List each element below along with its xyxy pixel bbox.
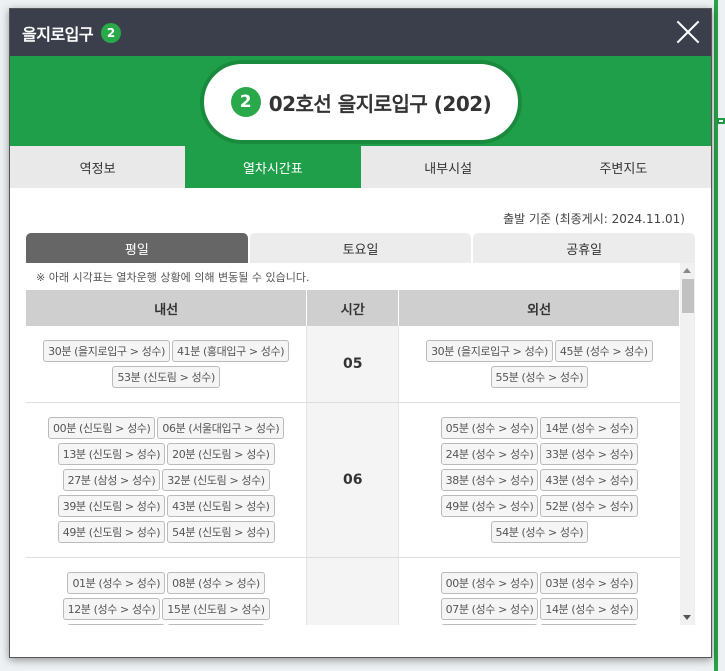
train-time-chip: 12분 (성수 > 성수): [62, 598, 161, 620]
main-tabs: 역정보 열차시간표 내부시설 주변지도: [10, 146, 711, 188]
train-time-chip: 19분 (성수 > 성수): [440, 624, 539, 625]
map-station-marker: [717, 118, 725, 124]
scrollbar[interactable]: [680, 263, 694, 625]
tab-station-info[interactable]: 역정보: [10, 146, 185, 188]
scroll-down-icon[interactable]: [683, 615, 691, 620]
tab-facilities[interactable]: 내부시설: [361, 146, 536, 188]
train-time-chip: 32분 (신도림 > 성수): [162, 469, 270, 491]
line-badge-large: 2: [230, 87, 261, 117]
train-time-chip: 38분 (성수 > 성수): [440, 469, 539, 491]
timetable-notice: ※ 아래 시각표는 열차운행 상황에 의해 변동될 수 있습니다.: [36, 271, 310, 284]
train-time-chip: 54분 (신도림 > 성수): [167, 521, 275, 543]
train-time-chip: 01분 (성수 > 성수): [67, 572, 166, 594]
day-tab-saturday[interactable]: 토요일: [249, 233, 472, 263]
train-time-chip: 54분 (성수 > 성수): [490, 521, 589, 543]
train-time-chip: 53분 (신도림 > 성수): [112, 366, 220, 388]
train-time-chip: 41분 (홍대입구 > 성수): [172, 340, 290, 362]
train-time-chip: 49분 (성수 > 성수): [440, 495, 539, 517]
popup-title: 을지로입구: [22, 24, 94, 44]
train-time-chip: 07분 (성수 > 성수): [440, 598, 539, 620]
train-time-chip: 26분 (성수 > 성수): [540, 624, 639, 625]
train-time-chip: 00분 (신도림 > 성수): [48, 417, 156, 439]
train-time-chip: 18분 (성수 > 성수): [67, 624, 166, 625]
day-tab-weekday[interactable]: 평일: [26, 233, 248, 263]
outer-trains: 30분 (을지로입구 > 성수) 45분 (성수 > 성수) 55분 (성수 > 성…: [398, 326, 680, 403]
tab-nearby-map[interactable]: 주변지도: [536, 146, 711, 188]
timetable-table: 내선 시간 외선 30분 (을지로입구 > 성수) 41분 (홍대입구 > 성수)…: [26, 290, 680, 625]
train-time-chip: 14분 (성수 > 성수): [540, 598, 639, 620]
train-time-chip: 43분 (성수 > 성수): [540, 469, 639, 491]
close-icon[interactable]: [675, 19, 701, 45]
timetable-body: 30분 (을지로입구 > 성수) 41분 (홍대입구 > 성수)53분 (신도림 …: [26, 326, 680, 625]
day-tabs: 평일 토요일 공휴일: [26, 233, 696, 263]
train-time-chip: 15분 (신도림 > 성수): [162, 598, 270, 620]
inner-trains: 30분 (을지로입구 > 성수) 41분 (홍대입구 > 성수) 53분 (신도림 …: [26, 326, 307, 403]
train-time-chip: 00분 (성수 > 성수): [440, 572, 539, 594]
train-time-chip: 39분 (신도림 > 성수): [57, 495, 166, 517]
tab-timetable[interactable]: 열차시간표: [185, 146, 361, 188]
header-outer: 외선: [398, 290, 680, 326]
train-time-chip: 30분 (을지로입구 > 성수): [43, 340, 170, 362]
train-time-chip: 14분 (성수 > 성수): [540, 417, 639, 439]
scroll-up-icon[interactable]: [683, 268, 691, 273]
header-hour: 시간: [306, 290, 400, 326]
scrollbar-thumb[interactable]: [682, 279, 694, 313]
train-time-chip: 27분 (삼성 > 성수): [62, 469, 161, 491]
hour-cell: 06: [306, 402, 400, 558]
train-time-chip: 52분 (성수 > 성수): [540, 495, 639, 517]
header-inner: 내선: [26, 290, 308, 326]
inner-trains: 00분 (신도림 > 성수) 06분 (서울대입구 > 성수) 13분 (신도림 >…: [26, 402, 307, 558]
train-time-chip: 45분 (성수 > 성수): [554, 340, 653, 362]
inner-trains: 01분 (성수 > 성수) 08분 (성수 > 성수)12분 (성수 > 성수) 1…: [26, 557, 307, 625]
train-time-chip: 24분 (성수 > 성수): [440, 443, 539, 465]
train-time-chip: 55분 (성수 > 성수): [490, 366, 589, 388]
train-time-chip: 43분 (신도림 > 성수): [167, 495, 275, 517]
popup-titlebar: 을지로입구 2: [10, 9, 711, 56]
station-header: 2 02호선 을지로입구 (202): [10, 56, 711, 146]
train-time-chip: 49분 (신도림 > 성수): [57, 521, 166, 543]
station-popup: 을지로입구 2 2 02호선 을지로입구 (202) 역정보 열차시간표 내부시…: [9, 8, 712, 658]
train-time-chip: 03분 (성수 > 성수): [540, 572, 639, 594]
timetable-scroll-area[interactable]: ※ 아래 시각표는 열차운행 상황에 의해 변동될 수 있습니다. 내선 시간 …: [26, 263, 695, 625]
station-name: 02호선 을지로입구 (202): [268, 91, 492, 116]
timetable-row: 30분 (을지로입구 > 성수) 41분 (홍대입구 > 성수)53분 (신도림 …: [26, 326, 680, 403]
hour-cell: 05: [306, 326, 400, 403]
train-time-chip: 24분 (성수 > 성수): [167, 624, 265, 625]
timetable-basis: 출발 기준 (최종게시: 2024.11.01): [503, 212, 685, 226]
timetable-content: 출발 기준 (최종게시: 2024.11.01) 평일 토요일 공휴일 ※ 아래…: [10, 188, 711, 657]
outer-trains: 05분 (성수 > 성수) 14분 (성수 > 성수)24분 (성수 > 성수) 3…: [398, 402, 680, 558]
day-tab-holiday[interactable]: 공휴일: [473, 233, 696, 263]
hour-cell: [306, 557, 400, 625]
train-time-chip: 30분 (을지로입구 > 성수): [426, 340, 553, 362]
train-time-chip: 08분 (성수 > 성수): [167, 572, 265, 594]
timetable-row: 01분 (성수 > 성수) 08분 (성수 > 성수)12분 (성수 > 성수) 1…: [26, 557, 680, 625]
train-time-chip: 33분 (성수 > 성수): [540, 443, 639, 465]
timetable-row: 00분 (신도림 > 성수) 06분 (서울대입구 > 성수) 13분 (신도림 >…: [26, 402, 680, 558]
train-time-chip: 20분 (신도림 > 성수): [167, 443, 275, 465]
outer-trains: 00분 (성수 > 성수) 03분 (성수 > 성수)07분 (성수 > 성수) 1…: [398, 557, 680, 625]
station-pill: 2 02호선 을지로입구 (202): [200, 60, 522, 144]
line-badge-small: 2: [101, 22, 122, 43]
train-time-chip: 05분 (성수 > 성수): [440, 417, 539, 439]
train-time-chip: 06분 (서울대입구 > 성수): [157, 417, 285, 439]
train-time-chip: 13분 (신도림 > 성수): [57, 443, 166, 465]
